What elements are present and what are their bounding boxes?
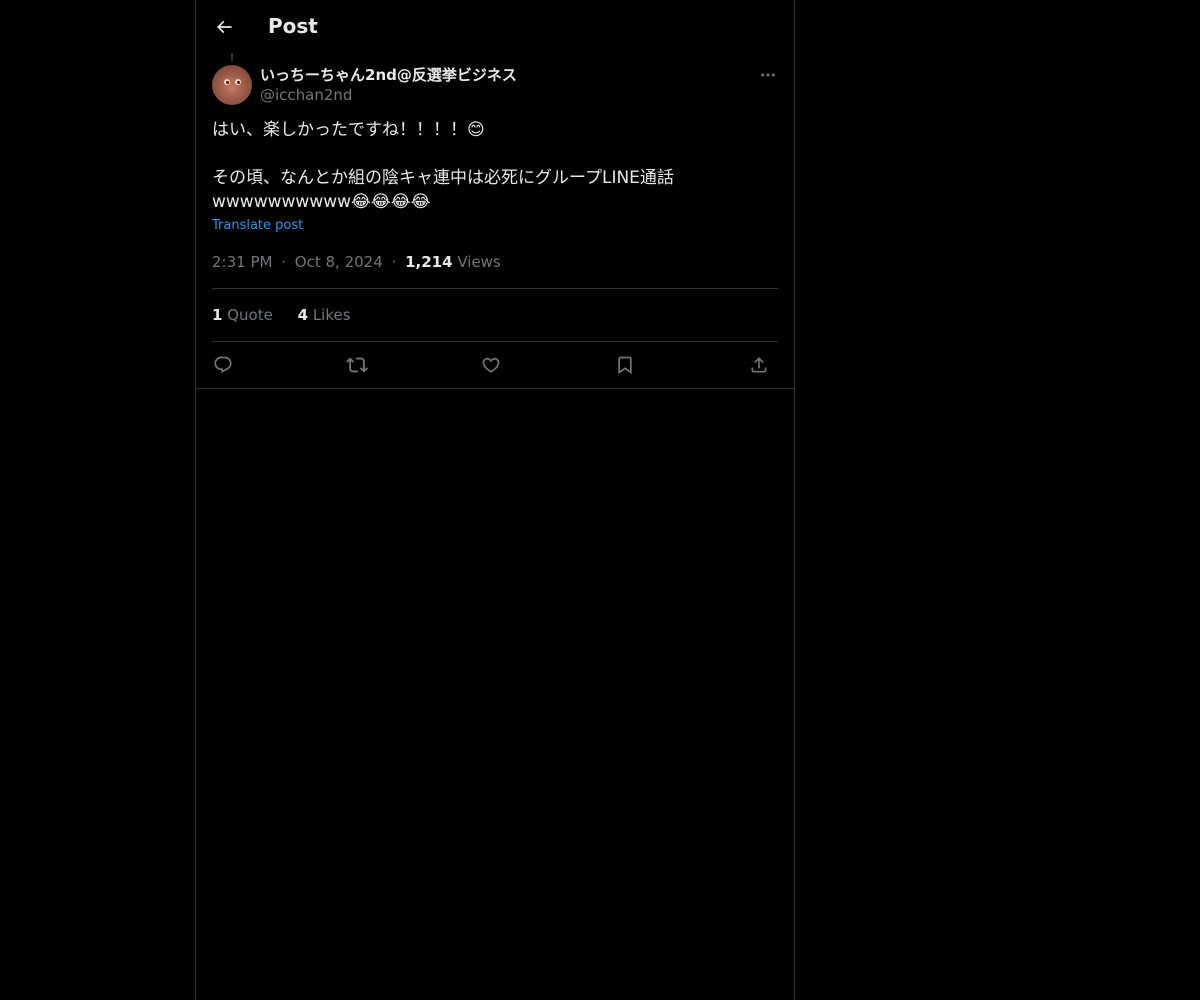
repost-button[interactable] <box>344 352 370 378</box>
views-count: 1,214 <box>405 253 453 271</box>
meta-separator: · <box>281 253 287 271</box>
top-bar: Post <box>196 0 794 53</box>
post-text-line: はい、楽しかったですね！！！！😊 <box>212 120 485 140</box>
post-text: はい、楽しかったですね！！！！😊 その頃、なんとか組の陰キャ連中は必死にグループ… <box>212 118 778 214</box>
thread-connector-line <box>231 53 233 61</box>
post-metadata: 2:31 PM · Oct 8, 2024 · 1,214 Views <box>212 253 501 271</box>
likes-count: 4 <box>297 306 309 324</box>
post-text-line: その頃、なんとか組の陰キャ連中は必死にグループLINE通話 <box>212 168 674 188</box>
quotes-label: Quote <box>227 306 273 324</box>
reply-button[interactable] <box>210 352 236 378</box>
post-text-line: wwwwwwwwww😂😂😂😂 <box>212 192 431 212</box>
post-time[interactable]: 2:31 PM <box>212 253 272 271</box>
page-title: Post <box>268 14 318 38</box>
share-button[interactable] <box>746 352 772 378</box>
divider <box>212 288 778 289</box>
main-column: Post いっちーちゃん2nd@反選挙ビジネス @icchan2nd はい、楽し… <box>195 0 795 1000</box>
translate-post-link[interactable]: Translate post <box>212 218 303 233</box>
more-options-button[interactable] <box>752 64 784 86</box>
avatar[interactable] <box>212 65 252 105</box>
arrow-left-icon <box>214 17 234 37</box>
share-icon <box>749 355 769 375</box>
meta-separator: · <box>391 253 397 271</box>
quotes-stat[interactable]: 1 Quote <box>212 306 278 324</box>
bookmark-icon <box>615 355 635 375</box>
more-horizontal-icon <box>759 66 777 84</box>
bookmark-button[interactable] <box>612 352 638 378</box>
repost-icon <box>346 354 368 376</box>
back-button[interactable] <box>208 11 240 43</box>
like-button[interactable] <box>478 352 504 378</box>
likes-label: Likes <box>312 306 351 324</box>
post-bottom-divider <box>196 388 794 389</box>
author-display-name[interactable]: いっちーちゃん2nd@反選挙ビジネス <box>260 64 517 85</box>
quotes-count: 1 <box>212 306 223 324</box>
views-label: Views <box>457 253 501 271</box>
likes-stat[interactable]: 4 Likes <box>298 306 351 324</box>
author-handle[interactable]: @icchan2nd <box>260 86 352 104</box>
avatar-pupil-right <box>237 81 240 84</box>
avatar-pupil-left <box>226 81 229 84</box>
engagement-stats: 1 Quote 4 Likes <box>212 306 371 324</box>
post-date[interactable]: Oct 8, 2024 <box>295 253 383 271</box>
like-icon <box>481 355 501 375</box>
reply-icon <box>213 355 233 375</box>
action-bar <box>212 352 778 378</box>
divider <box>212 341 778 342</box>
